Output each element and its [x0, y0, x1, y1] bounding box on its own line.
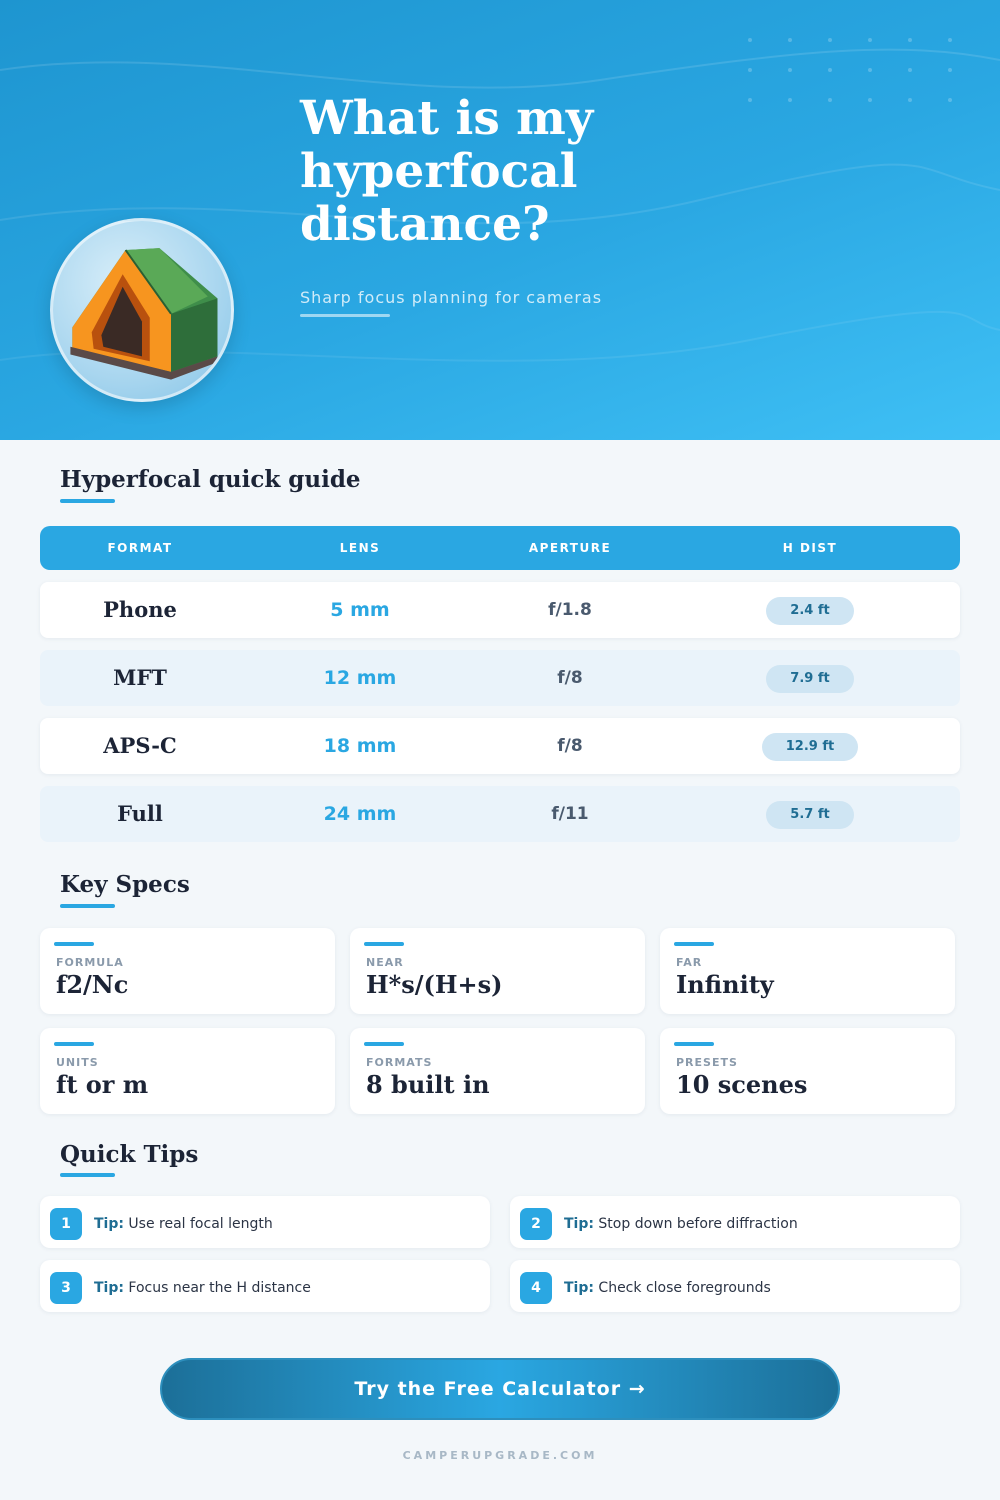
tip-card: 3 Tip: Focus near the H distance: [40, 1260, 490, 1312]
header-aperture: APERTURE: [528, 541, 612, 555]
spec-value: Infinity: [676, 970, 774, 999]
table-row: Full 24 mm f/11 5.7 ft: [40, 786, 960, 842]
spec-label: PRESETS: [676, 1056, 738, 1069]
cell-aperture: f/8: [557, 736, 583, 756]
table-header: FORMAT LENS APERTURE H DIST: [40, 526, 960, 570]
spec-card-units: UNITS ft or m: [40, 1028, 335, 1114]
tip-prefix: Tip:: [94, 1216, 124, 1232]
header-lens: LENS: [339, 541, 381, 555]
tip-text: Tip: Focus near the H distance: [94, 1260, 311, 1312]
tip-body: Check close foregrounds: [598, 1280, 771, 1296]
spec-value: f2/Nc: [56, 970, 129, 999]
header-h-dist: H DIST: [782, 541, 838, 555]
table-row: MFT 12 mm f/8 7.9 ft: [40, 650, 960, 706]
tip-text: Tip: Stop down before diffraction: [564, 1196, 798, 1248]
try-calculator-button[interactable]: Try the Free Calculator →: [160, 1358, 840, 1420]
spec-label: FORMATS: [366, 1056, 433, 1069]
tip-prefix: Tip:: [564, 1280, 594, 1296]
tip-card: 2 Tip: Stop down before diffraction: [510, 1196, 960, 1248]
tip-body: Stop down before diffraction: [598, 1216, 798, 1232]
spec-accent-bar: [364, 1042, 404, 1046]
tip-text: Tip: Use real focal length: [94, 1196, 273, 1248]
spec-card-near: NEAR H*s/(H+s): [350, 928, 645, 1014]
dot-grid-decoration: [748, 38, 952, 102]
cell-format: MFT: [113, 665, 167, 690]
tip-body: Focus near the H distance: [128, 1280, 311, 1296]
cell-format: Full: [117, 801, 163, 826]
cell-lens: 5 mm: [330, 599, 390, 621]
tip-number-badge: 3: [50, 1272, 82, 1304]
spec-label: NEAR: [366, 956, 404, 969]
tent-icon: [70, 248, 218, 380]
spec-accent-bar: [364, 942, 404, 946]
tip-text: Tip: Check close foregrounds: [564, 1260, 771, 1312]
page-subtitle: Sharp focus planning for cameras: [300, 288, 603, 307]
tip-prefix: Tip:: [564, 1216, 594, 1232]
cell-lens: 24 mm: [323, 803, 397, 825]
spec-card-formats: FORMATS 8 built in: [350, 1028, 645, 1114]
table-row: APS-C 18 mm f/8 12.9 ft: [40, 718, 960, 774]
cell-aperture: f/11: [551, 804, 589, 824]
h-dist-badge: 5.7 ft: [766, 800, 854, 829]
spec-accent-bar: [674, 1042, 714, 1046]
hero-banner: What is my hyperfocal distance? Sharp fo…: [0, 0, 1000, 440]
spec-card-far: FAR Infinity: [660, 928, 955, 1014]
tip-number-badge: 4: [520, 1272, 552, 1304]
header-format: FORMAT: [107, 541, 173, 555]
tip-prefix: Tip:: [94, 1280, 124, 1296]
spec-accent-bar: [54, 942, 94, 946]
spec-value: H*s/(H+s): [366, 970, 503, 999]
cell-lens: 12 mm: [323, 667, 397, 689]
tip-body: Use real focal length: [128, 1216, 273, 1232]
h-dist-badge: 2.4 ft: [766, 596, 854, 625]
tips-heading: Quick Tips: [60, 1141, 199, 1168]
spec-card-formula: FORMULA f2/Nc: [40, 928, 335, 1014]
specs-heading-underline: [60, 904, 115, 908]
page-title: What is my hyperfocal distance?: [300, 91, 594, 252]
cell-aperture: f/1.8: [548, 600, 592, 620]
guide-heading: Hyperfocal quick guide: [60, 466, 361, 493]
table-row: Phone 5 mm f/1.8 2.4 ft: [40, 582, 960, 638]
guide-heading-underline: [60, 499, 115, 503]
tip-number-badge: 1: [50, 1208, 82, 1240]
cell-format: Phone: [103, 597, 177, 622]
h-dist-badge: 12.9 ft: [761, 732, 859, 761]
cell-lens: 18 mm: [323, 735, 397, 757]
spec-card-presets: PRESETS 10 scenes: [660, 1028, 955, 1114]
cell-format: APS-C: [103, 733, 177, 758]
spec-value: 10 scenes: [676, 1070, 808, 1099]
specs-heading: Key Specs: [60, 871, 190, 898]
spec-accent-bar: [674, 942, 714, 946]
spec-accent-bar: [54, 1042, 94, 1046]
tip-card: 1 Tip: Use real focal length: [40, 1196, 490, 1248]
spec-value: 8 built in: [366, 1070, 490, 1099]
spec-label: FORMULA: [56, 956, 124, 969]
subtitle-underline: [300, 314, 390, 317]
spec-label: FAR: [676, 956, 703, 969]
spec-value: ft or m: [56, 1070, 149, 1099]
tip-card: 4 Tip: Check close foregrounds: [510, 1260, 960, 1312]
footer-site-name: CAMPERUPGRADE.COM: [402, 1449, 598, 1462]
tent-image: [50, 218, 234, 402]
tips-heading-underline: [60, 1173, 115, 1177]
h-dist-badge: 7.9 ft: [766, 664, 854, 693]
cell-aperture: f/8: [557, 668, 583, 688]
spec-label: UNITS: [56, 1056, 99, 1069]
tip-number-badge: 2: [520, 1208, 552, 1240]
